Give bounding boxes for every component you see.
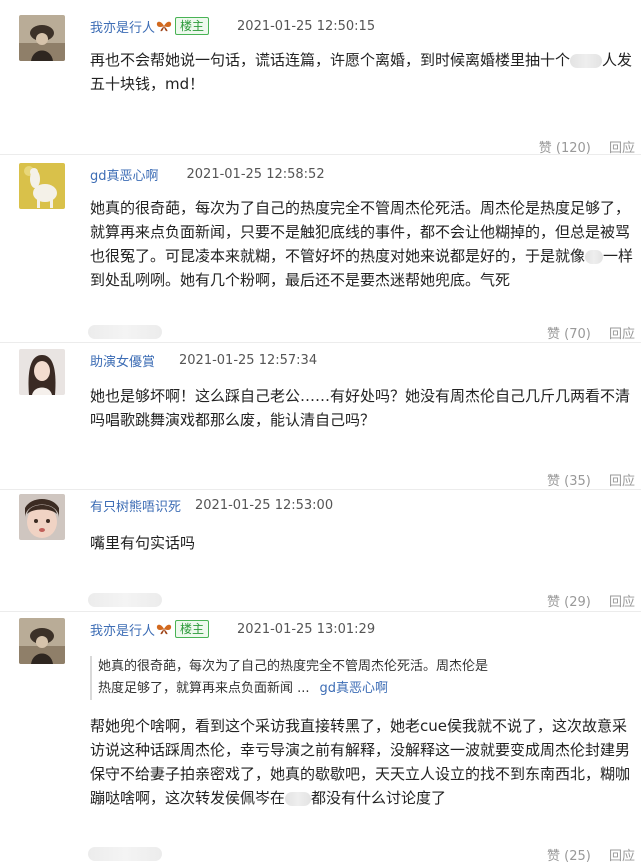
butterfly-icon [156,21,172,32]
butterfly-icon [156,624,172,635]
avatar[interactable] [19,618,65,664]
reply-button[interactable]: 回应 [609,595,635,610]
avatar[interactable] [19,15,65,61]
timestamp: 2021-01-25 12:58:52 [186,166,325,182]
reply-button[interactable]: 回应 [609,327,635,342]
avatar[interactable] [19,349,65,395]
comment-text: 嘴里有句实话吗 [90,534,196,552]
username[interactable]: 我亦是行人 [90,17,155,36]
username[interactable]: 助演女優賞 [90,351,155,370]
timestamp: 2021-01-25 12:50:15 [237,18,376,34]
blurred-footer [88,593,162,607]
divider [0,154,641,155]
comment-text: 帮她兜个啥啊，看到这个采访我直接转黑了，她老cue侯我就不说了，这次故意采访说这… [90,717,631,807]
avatar[interactable] [19,163,65,209]
quote-line: 她真的很奇葩，每次为了自己的热度完全不管周杰伦死活。周杰伦是 [98,659,489,674]
username[interactable]: 我亦是行人 [90,620,155,639]
blurred-footer [88,847,162,861]
timestamp: 2021-01-25 12:53:00 [195,497,334,513]
username[interactable]: 有只树熊唔识死 [90,496,181,515]
quote-author[interactable]: gd真恶心啊 [320,681,389,696]
blurred-text [285,791,312,806]
divider [0,611,641,612]
reply-button[interactable]: 回应 [609,849,635,864]
reply-button[interactable]: 回应 [609,474,635,489]
comment-actions: 赞 (29) 回应 [533,591,635,610]
comment-meta: 我亦是行人 楼主 2021-01-25 12:50:15 [90,17,376,36]
comment-meta: 有只树熊唔识死 2021-01-25 12:53:00 [90,496,334,515]
blurred-text [570,53,603,68]
comment-text: 她也是够坏啊！这么踩自己老公……有好处吗？她没有周杰伦自己几斤几两看不清吗唱歌跳… [90,387,631,429]
like-button[interactable]: 赞 (35) [547,474,591,489]
comment-meta: gd真恶心啊 2021-01-25 12:58:52 [90,165,325,184]
op-badge: 楼主 [175,620,210,638]
timestamp: 2021-01-25 12:57:34 [179,352,318,368]
comment-text: 她真的很奇葩，每次为了自己的热度完全不管周杰伦死活。周杰伦是热度足够了，就算再来… [90,199,634,289]
like-button[interactable]: 赞 (70) [547,327,591,342]
comment-actions: 赞 (25) 回应 [533,845,635,864]
blurred-text [585,249,604,264]
quote-line: 热度足够了，就算再来点负面新闻 ... [98,681,310,696]
blurred-footer [88,325,162,339]
comment-text: 再也不会帮她说一句话，谎话连篇，许愿个离婚，到时候离婚楼里抽十个 人发五十块钱，m… [90,51,633,93]
avatar[interactable] [19,494,65,540]
username[interactable]: gd真恶心啊 [90,165,159,184]
quoted-reply: 她真的很奇葩，每次为了自己的热度完全不管周杰伦死活。周杰伦是 热度足够了，就算再… [90,656,618,700]
divider [0,489,641,490]
comment-actions: 赞 (35) 回应 [533,470,635,489]
comment-actions: 赞 (70) 回应 [533,323,635,342]
like-button[interactable]: 赞 (25) [547,849,591,864]
comment-meta: 助演女優賞 2021-01-25 12:57:34 [90,351,318,370]
timestamp: 2021-01-25 13:01:29 [237,621,376,637]
comment-meta: 我亦是行人 楼主 2021-01-25 13:01:29 [90,620,376,639]
op-badge: 楼主 [175,17,210,35]
divider [0,342,641,343]
like-button[interactable]: 赞 (29) [547,595,591,610]
